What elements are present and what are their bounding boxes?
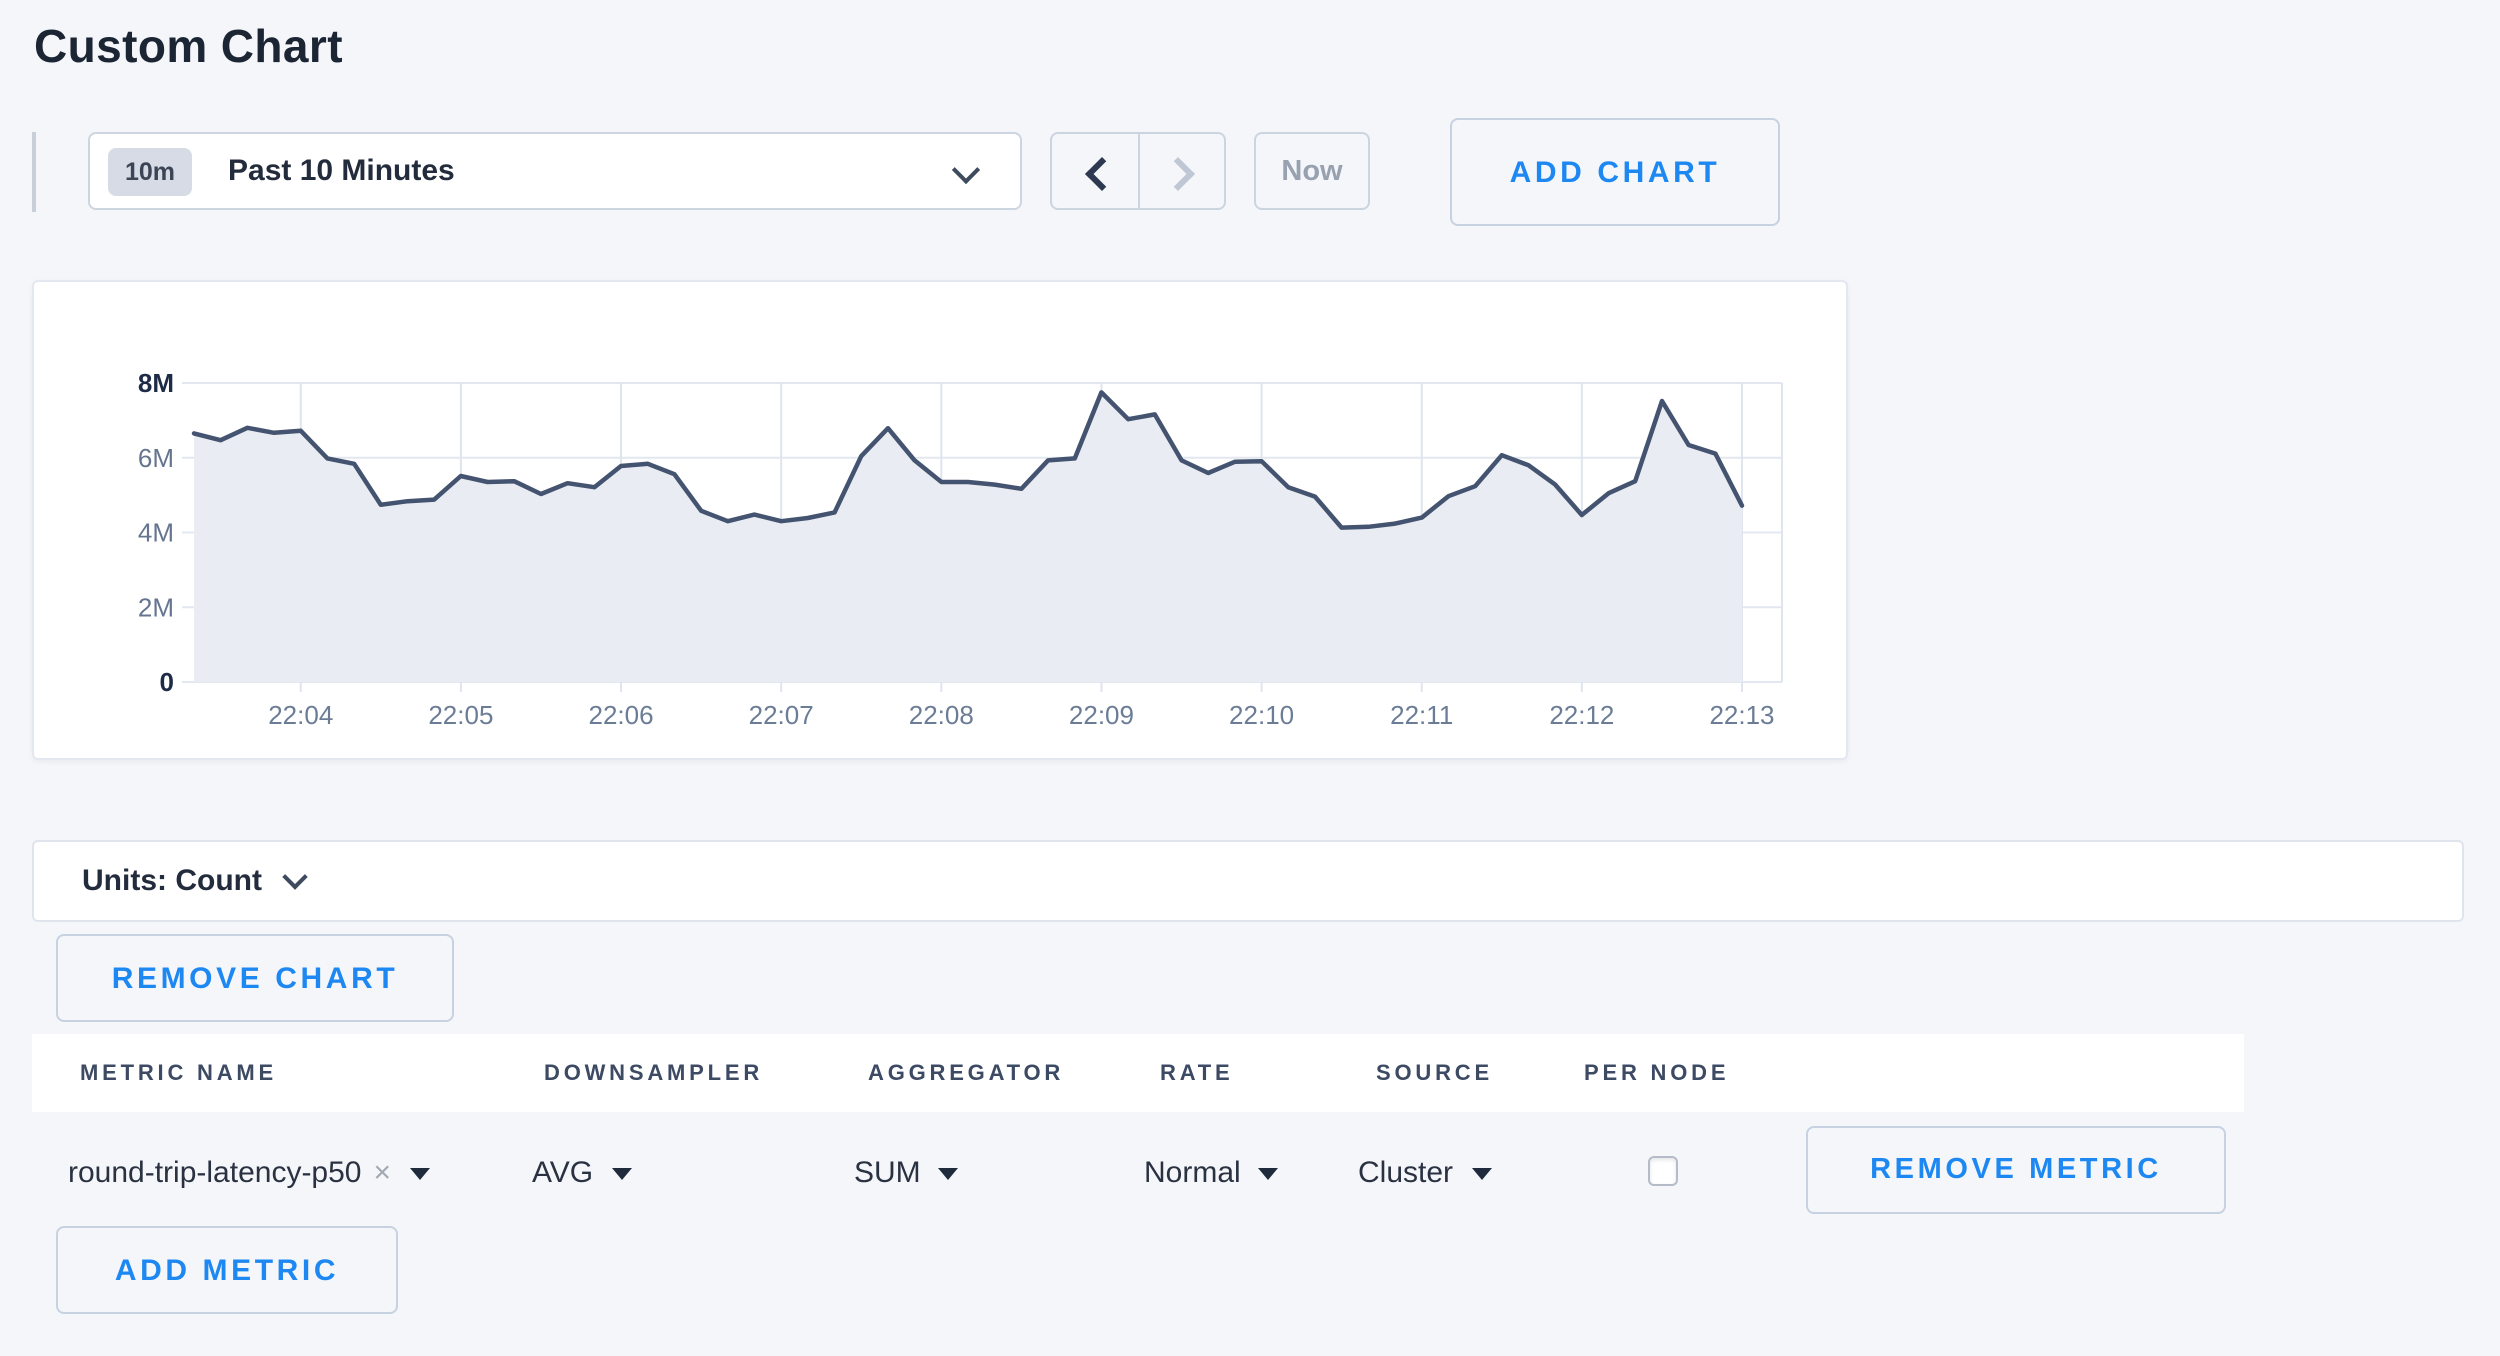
caret-down-icon [611,1168,631,1180]
metric-chart: 0 2M 4M 6M 8M 22:04 22:05 22:06 22:07 22:08 22:09 2… [34,282,1850,762]
remove-chart-button[interactable]: REMOVE CHART [56,934,454,1022]
svg-text:22:04: 22:04 [268,700,333,730]
source-value: Cluster [1358,1155,1453,1189]
caret-down-icon [409,1168,429,1180]
svg-text:22:12: 22:12 [1549,700,1614,730]
source-select[interactable]: Cluster [1358,1112,1491,1232]
svg-text:22:06: 22:06 [588,700,653,730]
chevron-left-icon [1085,157,1119,191]
col-header-aggregator: AGGREGATOR [868,1034,1064,1112]
aggregator-select[interactable]: SUM [854,1112,959,1232]
now-button[interactable]: Now [1254,132,1370,210]
svg-text:22:10: 22:10 [1229,700,1294,730]
col-header-source: SOURCE [1376,1034,1493,1112]
rate-select[interactable]: Normal [1144,1112,1279,1232]
svg-text:22:05: 22:05 [428,700,493,730]
svg-text:22:13: 22:13 [1709,700,1774,730]
col-header-metric-name: METRIC NAME [80,1034,277,1112]
custom-chart-page: Custom Chart 10m Past 10 Minutes Now ADD… [0,0,2500,1356]
metric-name-select[interactable]: round-trip-latency-p50 × [68,1112,429,1232]
per-node-checkbox[interactable] [1648,1156,1678,1186]
col-header-per-node: PER NODE [1584,1034,1729,1112]
units-dropdown[interactable]: Units: Count [32,840,2464,922]
metric-chart-card: 0 2M 4M 6M 8M 22:04 22:05 22:06 22:07 22:08 22:09 2… [32,280,1848,760]
svg-text:22:09: 22:09 [1069,700,1134,730]
col-header-downsampler: DOWNSAMPLER [544,1034,763,1112]
caret-down-icon [939,1168,959,1180]
svg-text:8M: 8M [138,368,174,398]
downsampler-value: AVG [532,1155,593,1189]
add-chart-button[interactable]: ADD CHART [1450,118,1780,226]
svg-text:4M: 4M [138,518,174,548]
svg-text:6M: 6M [138,443,174,473]
time-pager [1050,132,1226,210]
chevron-down-icon [952,156,980,184]
caret-down-icon [1471,1168,1491,1180]
metric-table-row: round-trip-latency-p50 × AVG SUM Normal … [0,1112,2500,1232]
page-title: Custom Chart [34,20,343,74]
time-range-label: Past 10 Minutes [228,154,455,188]
time-range-dropdown[interactable]: 10m Past 10 Minutes [88,132,1022,210]
downsampler-select[interactable]: AVG [532,1112,631,1232]
svg-text:22:08: 22:08 [909,700,974,730]
svg-text:22:11: 22:11 [1390,700,1453,730]
caret-down-icon [1259,1168,1279,1180]
metrics-table-header: METRIC NAME DOWNSAMPLER AGGREGATOR RATE … [32,1034,2244,1112]
svg-text:22:07: 22:07 [749,700,814,730]
next-range-button[interactable] [1137,134,1224,208]
rate-value: Normal [1144,1155,1241,1189]
clear-metric-icon[interactable]: × [374,1155,392,1189]
metric-name-value: round-trip-latency-p50 [68,1155,362,1189]
prev-range-button[interactable] [1052,134,1137,208]
chevron-right-icon [1160,157,1194,191]
aggregator-value: SUM [854,1155,921,1189]
remove-metric-button[interactable]: REMOVE METRIC [1806,1126,2226,1214]
time-range-badge: 10m [108,147,192,195]
col-header-rate: RATE [1160,1034,1233,1112]
units-label: Units: Count [82,864,262,898]
chevron-down-icon [282,864,307,889]
svg-text:0: 0 [160,667,174,697]
svg-text:2M: 2M [138,592,174,622]
add-metric-button[interactable]: ADD METRIC [56,1226,398,1314]
range-edge-divider [32,132,36,212]
